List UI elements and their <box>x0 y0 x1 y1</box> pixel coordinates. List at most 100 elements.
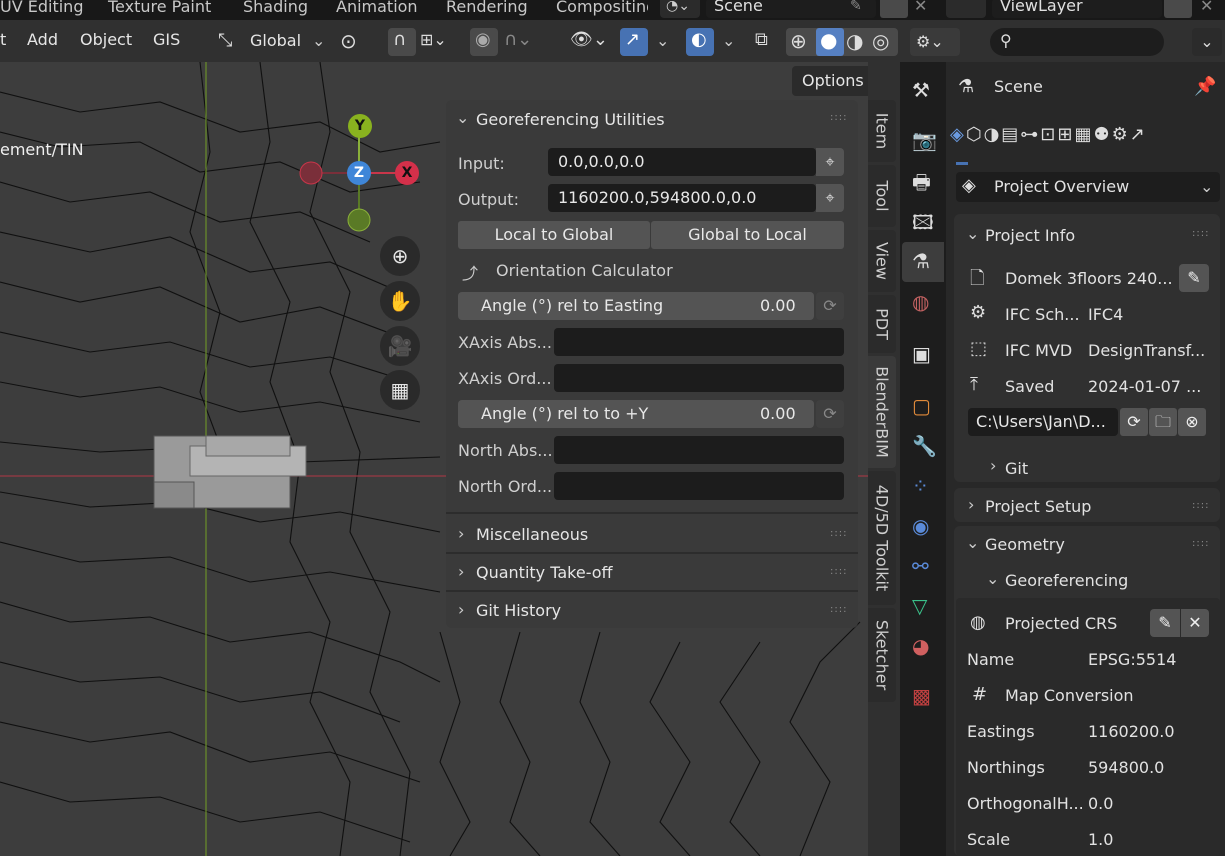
panel-title[interactable]: Georeferencing Utilities <box>476 110 665 129</box>
output-icon[interactable]: 🖶 <box>912 168 931 202</box>
viewlayer-browse-button[interactable] <box>946 0 986 18</box>
xaxis-abs-field[interactable] <box>554 328 844 356</box>
reload-icon[interactable]: ⟳ <box>1120 408 1148 436</box>
proportional-editing-toggle[interactable]: ◉ <box>470 28 498 56</box>
chevron-right-icon[interactable]: › <box>968 495 974 514</box>
grid-icon[interactable]: ▦ <box>380 370 420 410</box>
snap-target-dropdown[interactable]: ⊞⌄ <box>418 28 462 56</box>
particles-icon[interactable]: ⁘ <box>912 474 929 498</box>
quantity-takeoff-section[interactable]: Quantity Take-off <box>476 563 613 582</box>
material-shading-icon[interactable]: ◑ <box>846 29 863 53</box>
chevron-right-icon[interactable]: › <box>458 600 464 619</box>
panel-collapse-chevron-icon[interactable]: ⌄ <box>456 108 469 127</box>
eyedropper-icon[interactable]: ⌖ <box>816 148 844 176</box>
physics-icon[interactable]: ◉ <box>912 514 929 538</box>
miscellaneous-section[interactable]: Miscellaneous <box>476 525 588 544</box>
chevron-right-icon[interactable]: › <box>458 562 464 581</box>
drag-handle-icon[interactable]: :::: <box>830 112 847 123</box>
close-icon[interactable]: ⊗ <box>1178 408 1206 436</box>
north-abs-field[interactable] <box>554 436 844 464</box>
refresh-icon[interactable]: ⟳ <box>816 400 844 428</box>
edit-pencil-icon[interactable]: ✎ <box>1179 264 1209 292</box>
global-to-local-button[interactable]: Global to Local <box>651 221 844 249</box>
new-scene-button[interactable] <box>880 0 908 18</box>
output-field[interactable]: 1160200.0,594800.0,0.0 <box>548 184 816 212</box>
facility-tab-icon[interactable]: ▦ <box>1074 124 1093 145</box>
file-path-field[interactable]: C:\Users\Jan\D... <box>968 408 1118 436</box>
project-setup-title[interactable]: Project Setup <box>985 497 1091 516</box>
gizmo-z-axis[interactable]: Z <box>347 161 371 185</box>
georeferencing-title[interactable]: Georeferencing <box>1005 571 1128 590</box>
menu-object[interactable]: Object <box>80 30 132 49</box>
options-dropdown[interactable]: Options ⌄ <box>792 66 868 96</box>
properties-search-input[interactable]: ⚲ <box>990 28 1164 56</box>
tab-pdt[interactable]: PDT <box>868 295 896 353</box>
drag-handle-icon[interactable]: :::: <box>1192 228 1209 239</box>
scene-browse-button[interactable]: ◔⌄ <box>660 0 700 18</box>
project-info-title[interactable]: Project Info <box>985 226 1075 245</box>
close-icon[interactable]: ✕ <box>1181 609 1209 637</box>
gizmo-x-axis[interactable]: X <box>395 161 419 185</box>
drag-handle-icon[interactable]: :::: <box>1192 500 1209 511</box>
gizmo-y-axis[interactable]: Y <box>348 114 372 138</box>
overlays-dropdown-chevron-icon[interactable]: ⌄ <box>722 31 735 50</box>
modifiers-icon[interactable]: 🔧 <box>912 434 937 458</box>
proportional-falloff-dropdown[interactable]: ∩⌄ <box>500 28 544 56</box>
delete-scene-icon[interactable]: ✕ <box>914 0 927 15</box>
viewlayer-name-field[interactable]: ViewLayer <box>992 0 1162 18</box>
xaxis-ord-field[interactable] <box>554 364 844 392</box>
snap-toggle[interactable]: ∩ <box>388 28 416 56</box>
quality-tab-icon[interactable]: ⚙ <box>1112 124 1130 145</box>
git-history-section[interactable]: Git History <box>476 601 561 620</box>
transform-orientation-dropdown[interactable]: ⤡ Global ⌄ <box>212 28 328 56</box>
new-viewlayer-button[interactable] <box>1164 0 1192 18</box>
editor-type-dropdown[interactable]: ⚙⌄ <box>910 28 960 56</box>
tab-shading[interactable]: Shading <box>243 0 308 18</box>
menu-gis[interactable]: GIS <box>153 30 180 49</box>
overlays-toggle[interactable]: ◐ <box>686 28 714 56</box>
tool-icon[interactable]: ⚒ <box>912 78 930 102</box>
properties-options-chevron-icon[interactable]: ⌄ <box>1192 28 1222 56</box>
rendered-shading-icon[interactable]: ◎ <box>872 29 889 53</box>
chevron-right-icon[interactable]: › <box>990 456 996 475</box>
drag-handle-icon[interactable]: :::: <box>830 566 847 577</box>
xray-toggle[interactable]: ⧉ <box>750 28 778 56</box>
tab-view[interactable]: View <box>868 230 896 292</box>
wireframe-shading-icon[interactable]: ⊕ <box>790 29 807 53</box>
menu-add[interactable]: Add <box>27 30 58 49</box>
drag-handle-icon[interactable]: :::: <box>830 528 847 539</box>
camera-icon[interactable]: 🎥 <box>380 326 420 366</box>
folder-icon[interactable]: 🗀 <box>1149 408 1177 436</box>
tab-compositing[interactable]: Compositing <box>556 0 648 18</box>
menu-select[interactable]: t <box>0 30 6 49</box>
tab-4d5d-toolkit[interactable]: 4D/5D Toolkit <box>868 471 896 605</box>
project-overview-tab-icon[interactable]: ◈ <box>950 124 966 145</box>
object-visibility-dropdown[interactable]: 👁⌄ <box>566 28 616 56</box>
chevron-right-icon[interactable]: › <box>458 524 464 543</box>
tab-rendering[interactable]: Rendering <box>446 0 528 18</box>
chevron-down-icon[interactable]: ⌄ <box>966 533 979 552</box>
render-icon[interactable]: 📷 <box>912 128 937 152</box>
data-icon[interactable]: ▽ <box>912 594 927 618</box>
tab-tool[interactable]: Tool <box>868 165 896 227</box>
structural-tab-icon[interactable]: ⊡ <box>1040 124 1057 145</box>
refresh-icon[interactable]: ⟳ <box>816 292 844 320</box>
collection-icon[interactable]: ▣ <box>912 342 931 366</box>
chevron-down-icon[interactable]: ⌄ <box>986 569 999 588</box>
angle-easting-slider[interactable]: Angle (°) rel to Easting 0.00 <box>458 292 814 320</box>
world-icon[interactable]: ◍ <box>912 290 929 314</box>
costing-tab-icon[interactable]: ⊞ <box>1057 124 1074 145</box>
gizmo-toggle[interactable]: ↗ <box>620 28 648 56</box>
edit-pencil-icon[interactable]: ✎ <box>1150 609 1180 637</box>
tab-item[interactable]: Item <box>868 100 896 162</box>
git-section[interactable]: Git <box>1005 459 1028 478</box>
tab-uv-editing[interactable]: UV Editing <box>0 0 83 18</box>
tab-animation[interactable]: Animation <box>336 0 418 18</box>
object-tab-icon[interactable]: ⬡ <box>966 124 984 145</box>
project-overview-dropdown[interactable]: ◈ Project Overview ⌄ <box>956 172 1220 202</box>
eyedropper-icon[interactable]: ⌖ <box>816 184 844 212</box>
scene-tab-icon[interactable]: ⚗ <box>902 242 944 282</box>
input-field[interactable]: 0.0,0.0,0.0 <box>548 148 816 176</box>
zoom-icon[interactable]: ⊕ <box>380 236 420 276</box>
tab-texture-paint[interactable]: Texture Paint <box>108 0 211 18</box>
